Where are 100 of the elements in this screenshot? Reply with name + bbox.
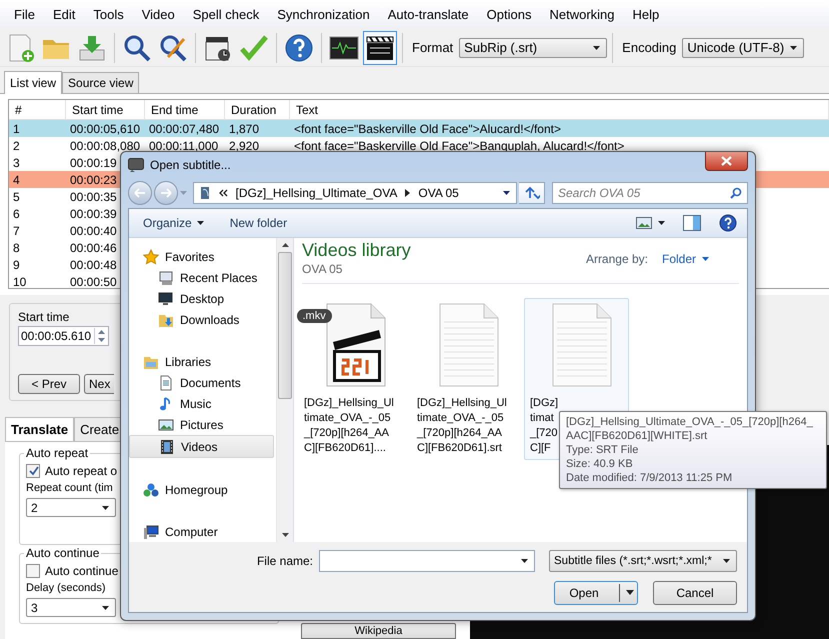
navigation-item[interactable]: Computer <box>129 521 276 542</box>
column-header[interactable]: End time <box>145 100 225 119</box>
library-title: Videos library <box>302 240 411 261</box>
file-type-dropdown[interactable]: Subtitle files (*.srt;*.wsrt;*.xml;* <box>549 550 737 572</box>
navigation-item[interactable]: Libraries <box>129 351 276 372</box>
file-item[interactable]: [DGz]_Hellsing_Ul timate_OVA_-_05 _[720p][h264_AA C][FB620D61].srt <box>411 298 516 460</box>
table-cell: 1 <box>13 122 20 136</box>
network-balls-icon <box>143 482 159 498</box>
menu-item[interactable]: Options <box>478 7 540 22</box>
navigation-item[interactable]: Documents <box>129 372 276 393</box>
table-cell: 3 <box>13 156 20 170</box>
encoding-dropdown[interactable]: Unicode (UTF-8) <box>682 38 804 58</box>
checkbox-label: Auto repeat o <box>45 464 118 478</box>
table-cell: 7 <box>13 224 20 238</box>
new-folder-button[interactable]: New folder <box>228 214 290 232</box>
view-button[interactable] <box>634 215 667 231</box>
open-button[interactable]: Open <box>554 580 638 604</box>
checkbox[interactable] <box>26 564 40 578</box>
encoding-label: Encoding <box>622 40 676 55</box>
table-cell: 5 <box>13 190 20 204</box>
scrollbar[interactable] <box>276 238 293 542</box>
preview-pane-button[interactable] <box>681 213 703 233</box>
caret-icon <box>790 46 798 50</box>
search-field[interactable]: Search OVA 05 <box>552 182 748 204</box>
cancel-button[interactable]: Cancel <box>653 580 737 604</box>
menu-item[interactable]: Video <box>132 7 184 22</box>
table-cell: 00:00:35 <box>70 190 117 204</box>
view-tab[interactable]: List view <box>4 71 62 94</box>
file-type-badge: .mkv <box>296 309 332 323</box>
pane-icon <box>683 215 701 231</box>
caret-icon <box>503 190 510 194</box>
film-strip-icon <box>159 438 175 454</box>
table-cell: 00:00:05,610 <box>70 122 140 136</box>
navigation-item[interactable]: Homegroup <box>129 479 276 500</box>
navigation-item[interactable]: Recent Places <box>129 267 276 288</box>
wikipedia-button[interactable]: Wikipedia <box>301 623 456 639</box>
navigation-item[interactable]: Favorites <box>129 246 276 267</box>
forward-button[interactable] <box>154 180 178 204</box>
table-cell: 4 <box>13 172 20 186</box>
file-name-field[interactable] <box>319 550 535 572</box>
table-cell: 6 <box>13 206 20 220</box>
navigation-item[interactable]: Downloads <box>129 309 276 330</box>
column-header[interactable]: Start time <box>66 100 145 119</box>
menu-item[interactable]: Synchronization <box>268 7 379 22</box>
recent-places-icon <box>158 270 174 286</box>
menu-item[interactable]: Networking <box>540 7 624 22</box>
checkbox[interactable] <box>26 464 40 478</box>
table-cell: <font face="Baskerville Old Face">Alucard!</font> <box>294 122 561 136</box>
navigation-item[interactable]: Music <box>129 393 276 414</box>
spinner-arrows-icon <box>97 328 106 344</box>
start-time-label: Start time <box>18 310 70 324</box>
menu-item[interactable]: Tools <box>84 7 133 22</box>
tab[interactable]: Translate <box>5 417 74 441</box>
table-cell: 00:00:11,000 <box>149 138 218 152</box>
back-arrow-icon <box>134 188 146 198</box>
help-button[interactable] <box>717 212 739 234</box>
document-icon <box>158 374 174 390</box>
menu-item[interactable]: Edit <box>44 7 84 22</box>
file-item[interactable]: .mkv [DGz]_Hellsing_Ul timate_OVA_-_05 _[720p][h264_AA C][FB620D61].... <box>298 298 403 460</box>
table-cell: 00:00:19 <box>70 156 117 170</box>
menu-item[interactable]: Spell check <box>184 7 268 22</box>
menu-item[interactable]: Help <box>624 7 668 22</box>
navigation-item[interactable]: Desktop <box>129 288 276 309</box>
next-button[interactable]: Nex <box>84 374 114 394</box>
back-button[interactable] <box>128 180 152 204</box>
close-button[interactable] <box>705 152 748 171</box>
table-cell: 00:00:23 <box>70 172 117 186</box>
previous-button[interactable]: < Prev <box>18 374 80 394</box>
group-title: Auto repeat <box>24 446 90 460</box>
breadcrumb-item[interactable]: OVA 05 <box>418 186 459 200</box>
address-bar[interactable]: [DGz]_Hellsing_Ultimate_OVA OVA 05 <box>192 182 518 204</box>
organize-button[interactable]: Organize <box>141 214 206 232</box>
table-cell: 2 <box>13 138 20 152</box>
table-cell: 8 <box>13 240 20 254</box>
caret-icon <box>658 221 665 225</box>
delay-dropdown[interactable]: 3 <box>26 598 116 617</box>
navigation-item[interactable]: Pictures <box>129 414 276 435</box>
repeat-count-dropdown[interactable]: 2 <box>26 498 116 517</box>
caret-icon <box>723 558 730 562</box>
arrange-by-dropdown[interactable]: Folder <box>662 252 709 266</box>
menu-item[interactable]: Auto-translate <box>378 7 478 22</box>
monitor-icon <box>158 290 174 306</box>
column-header[interactable]: Duration <box>225 100 290 119</box>
column-header[interactable]: # <box>9 100 66 119</box>
caret-icon <box>102 506 109 510</box>
start-time-field[interactable]: 00:00:05.610 <box>18 326 110 346</box>
file-name: [DGz]_Hellsing_Ul timate_OVA_-_05 _[720p][h264_AA C][FB620D61].... <box>304 396 394 456</box>
column-header[interactable]: Text <box>290 100 829 119</box>
breadcrumb-item[interactable]: [DGz]_Hellsing_Ultimate_OVA <box>236 186 398 200</box>
table-cell: 00:00:39 <box>70 206 117 220</box>
dialog-title: Open subtitle... <box>150 158 231 172</box>
toolbar-button[interactable] <box>363 30 397 64</box>
view-tab[interactable]: Source view <box>62 72 140 93</box>
menu-item[interactable]: File <box>5 7 44 22</box>
file-name-label: File name: <box>256 554 313 568</box>
refresh-button[interactable] <box>519 182 545 204</box>
navigation-item[interactable]: Videos <box>129 435 274 458</box>
magnifier-pencil-icon <box>158 32 188 62</box>
format-dropdown[interactable]: SubRip (.srt) <box>459 38 608 58</box>
table-row[interactable]: 1 00:00:05,610 00:00:07,480 1,870 <font face="Baskerville Old Face">Alucard!</font> <box>9 120 829 137</box>
